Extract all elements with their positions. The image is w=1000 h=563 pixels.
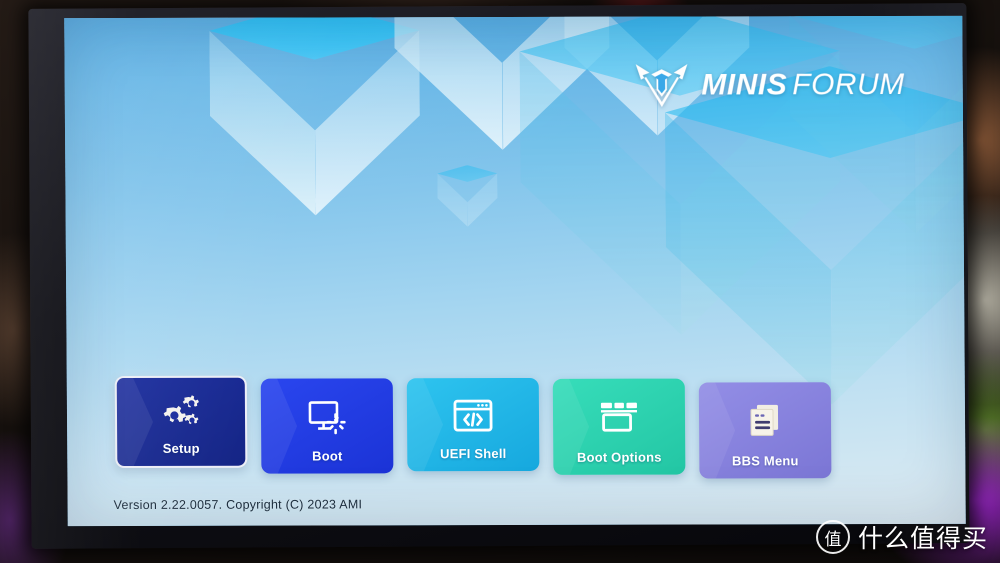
- watermark-text: 什么值得买: [857, 524, 988, 553]
- tile-label: BBS Menu: [731, 453, 799, 469]
- tile-label: Boot Options: [576, 449, 662, 465]
- brand-logo: MINIS FORUM: [633, 60, 905, 111]
- monitor-screen: MINIS FORUM Setup Boot UEFI Shell Boot O…: [64, 15, 966, 527]
- tile-uefi-shell[interactable]: UEFI Shell: [406, 377, 540, 472]
- brand-name-light: FORUM: [792, 67, 905, 102]
- bios-version-text: Version 2.22.0057. Copyright (C) 2023 AM…: [113, 497, 363, 513]
- brand-wordmark: MINIS FORUM: [701, 67, 905, 102]
- monitor-spinner-icon: [261, 378, 393, 448]
- boot-menu-tiles: Setup Boot UEFI Shell Boot Options BBS M…: [114, 374, 832, 479]
- tile-label: Boot: [312, 448, 343, 464]
- cube-decoration-6: [789, 16, 966, 235]
- tile-label: Setup: [162, 440, 200, 456]
- documents-icon: [699, 382, 831, 453]
- watermark-badge: 值: [815, 520, 850, 554]
- cube-decoration-1: [209, 16, 421, 217]
- brand-name-bold: MINIS: [701, 68, 788, 102]
- watermark: 值 什么值得买: [815, 519, 988, 555]
- cube-decoration-small: [437, 165, 497, 227]
- minisforum-shield-logo-icon: [635, 63, 688, 108]
- code-window-icon: [407, 378, 539, 446]
- photograph-of-monitor: MINIS FORUM Setup Boot UEFI Shell Boot O…: [0, 0, 1000, 563]
- window-list-icon: [553, 379, 685, 450]
- tile-boot[interactable]: Boot: [260, 378, 394, 474]
- tile-setup[interactable]: Setup: [114, 375, 248, 469]
- gears-icon: [117, 378, 245, 441]
- bios-boot-menu-screen: MINIS FORUM Setup Boot UEFI Shell Boot O…: [64, 15, 966, 527]
- tile-boot-options[interactable]: Boot Options: [552, 378, 686, 475]
- tile-label: UEFI Shell: [440, 446, 507, 462]
- tile-bbs-menu[interactable]: BBS Menu: [698, 382, 832, 479]
